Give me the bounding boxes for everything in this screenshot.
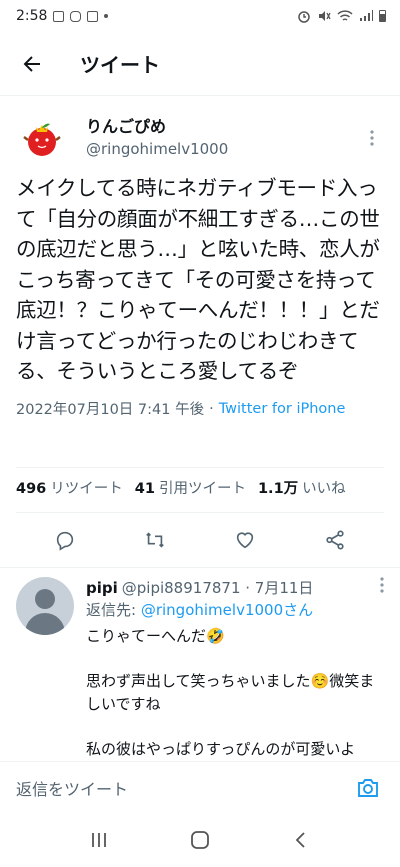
page-title: ツイート [80,53,160,77]
home-icon [191,831,209,849]
signal-icon [360,10,373,21]
tweet-timestamp: 2022年07月10日 7:41 午後 [16,402,205,418]
reply-more-button[interactable] [380,577,384,599]
status-time: 2:58 [16,8,48,24]
app-icon [87,10,99,22]
likes-label: いいね [302,480,346,497]
apple-character-icon [23,123,61,156]
reply-input[interactable]: 返信をツイート [16,776,352,800]
quotes-label: 引用ツイート [158,480,246,497]
chevron-left-icon [296,832,305,848]
gallery-icon [53,10,65,22]
back-button[interactable] [0,32,64,96]
home-button[interactable] [180,820,220,860]
reply-header: pipi @pipi88917871 · 7月11日 [86,577,384,599]
divider [16,512,384,513]
quotes-count: 41 [134,480,155,497]
handle: @ringohimelv1000 [86,140,229,158]
tweet-actions [0,518,400,562]
reply-to-mention[interactable]: @ringohimelv1000さん [141,601,313,619]
reply-content: pipi @pipi88917871 · 7月11日 返信先: @ringohi… [86,577,384,761]
likes-stat[interactable]: 1.1万 いいね [258,477,346,498]
display-name: りんごぴめ [86,117,167,136]
default-avatar-body [25,613,65,635]
author-names[interactable]: りんごぴめ @ringohimelv1000 [86,116,360,160]
reply-to-label: 返信先: [86,601,137,619]
mute-icon [319,11,331,21]
alarm-icon [298,11,310,23]
share-button[interactable] [315,520,355,560]
tweet: りんごぴめ @ringohimelv1000 メイクしてる時にネガティブモード入… [0,108,400,421]
quotes-stat[interactable]: 41 引用ツイート [135,477,246,498]
retweets-label: リツイート [50,480,123,497]
reply-to-line: 返信先: @ringohimelv1000さん [86,599,384,621]
heart-icon [236,532,254,549]
recent-apps-icon [91,833,106,847]
header: ツイート [0,32,400,96]
retweet-button[interactable] [135,520,175,560]
avatar[interactable] [16,577,74,635]
more-vertical-icon [370,130,374,146]
camera-button[interactable] [352,772,384,804]
share-icon [326,530,344,550]
reply-text-line: 私の彼はやっぱりすっぴんのが可愛いよ [86,740,356,758]
wifi-icon [337,9,353,21]
reply-handle: @pipi88917871 · 7月11日 [121,579,314,597]
camera-icon [358,778,378,797]
tweet-text: メイクしてる時にネガティブモード入って「自分の顔面が不細工すぎる…この世の底辺だ… [16,176,380,383]
tweet-meta: 2022年07月10日 7:41 午後 · Twitter for iPhone [16,397,384,421]
retweets-stat[interactable]: 496 リツイート [16,477,123,498]
reply-composer: 返信をツイート [0,761,400,813]
divider [0,567,400,568]
tweet-source-link[interactable]: Twitter for iPhone [219,401,346,417]
reply-icon [56,531,74,551]
more-options-button[interactable] [360,126,384,150]
status-bar: 2:58 [0,0,400,32]
system-nav-bar [0,813,400,867]
more-vertical-icon [380,577,384,593]
recent-apps-button[interactable] [79,820,119,860]
reply-tweet[interactable]: pipi @pipi88917871 · 7月11日 返信先: @ringohi… [0,577,400,761]
reply-button[interactable] [45,520,85,560]
reply-text-line: 思わず声出して笑っちゃいました☺️微笑ましいですね [86,672,375,713]
battery-icon [379,10,386,22]
arrow-left-icon [23,55,40,72]
reply-display-name[interactable]: pipi [86,577,118,599]
default-avatar-head [35,589,55,609]
tweet-stats: 496 リツイート 41 引用ツイート 1.1万 いいね [16,470,346,504]
divider [16,467,384,468]
like-button[interactable] [225,520,265,560]
more-notifications-icon [104,14,109,18]
retweets-count: 496 [16,480,47,497]
system-back-button[interactable] [281,820,321,860]
avatar[interactable] [16,112,68,164]
instagram-icon [70,10,82,22]
retweet-icon [146,532,164,548]
meta-separator: · [209,400,214,417]
reply-text-line: こりゃてーへんだ🤣 [86,627,225,645]
tweet-author-row: りんごぴめ @ringohimelv1000 [16,108,384,168]
likes-count: 1.1万 [257,480,299,497]
